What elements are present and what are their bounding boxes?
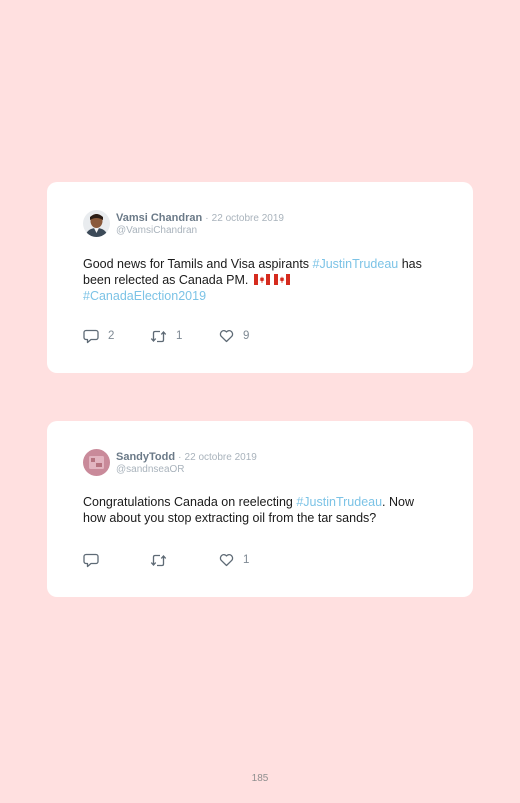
meta-separator: ·	[205, 213, 209, 224]
retweet-icon	[150, 329, 167, 344]
like-button[interactable]: 1	[219, 552, 249, 568]
tweet-date[interactable]: 22 octobre 2019	[212, 213, 284, 224]
tweet-text: Good news for Tamils and Visa aspirants …	[83, 257, 433, 305]
author-handle[interactable]: @VamsiChandran	[116, 225, 197, 237]
meta-separator: ·	[178, 452, 182, 463]
author-display-name[interactable]: Vamsi Chandran	[116, 212, 202, 224]
avatar-image	[83, 449, 110, 476]
page-number: 185	[251, 773, 269, 784]
tweet-text-part: Congratulations Canada on reelecting	[83, 495, 297, 509]
retweet-icon	[150, 553, 167, 568]
like-button[interactable]: 9	[219, 328, 249, 344]
canada-flag-icon	[253, 273, 294, 290]
reply-button[interactable]: 2	[83, 328, 114, 344]
avatar-image	[83, 210, 110, 237]
retweet-button[interactable]	[150, 552, 176, 568]
retweet-button[interactable]: 1	[150, 328, 182, 344]
tweet-text-part: Good news for Tamils and Visa aspirants	[83, 257, 313, 271]
reply-bubble-icon	[83, 553, 99, 568]
tweet-card[interactable]: SandyTodd · 22 octobre 2019 @sandnseaOR …	[47, 421, 473, 597]
retweet-count: 1	[176, 330, 183, 342]
tweet-text: Congratulations Canada on reelecting #Ju…	[83, 495, 433, 526]
tweet-date[interactable]: 22 octobre 2019	[185, 452, 257, 463]
tweet-author-line: SandyTodd · 22 octobre 2019	[116, 451, 257, 464]
tweet-card[interactable]: Vamsi Chandran · 22 octobre 2019 @VamsiC…	[47, 182, 473, 373]
reply-bubble-icon	[83, 329, 99, 344]
avatar[interactable]	[83, 449, 110, 476]
tweet-actions: 1	[83, 552, 383, 568]
like-count: 9	[243, 330, 250, 342]
reply-count: 2	[108, 330, 115, 342]
hashtag-link[interactable]: #CanadaElection2019	[83, 289, 206, 303]
avatar[interactable]	[83, 210, 110, 237]
author-handle[interactable]: @sandnseaOR	[116, 464, 185, 476]
author-display-name[interactable]: SandyTodd	[116, 451, 175, 463]
heart-icon	[219, 329, 234, 343]
heart-icon	[219, 553, 234, 567]
hashtag-link[interactable]: #JustinTrudeau	[313, 257, 399, 271]
tweet-actions: 2 1 9	[83, 328, 383, 344]
like-count: 1	[243, 554, 250, 566]
tweet-author-line: Vamsi Chandran · 22 octobre 2019	[116, 212, 284, 225]
reply-button[interactable]	[83, 552, 108, 568]
hashtag-link[interactable]: #JustinTrudeau	[296, 495, 382, 509]
